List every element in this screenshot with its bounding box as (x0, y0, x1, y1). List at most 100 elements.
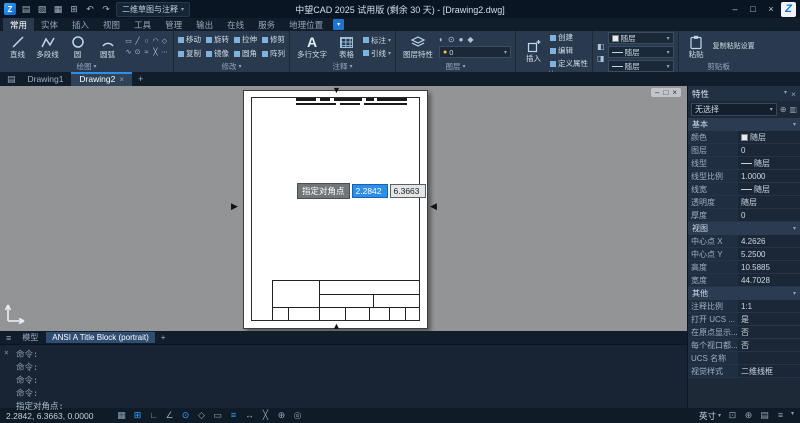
dynamic-input-x-field[interactable]: 2.2842 (352, 184, 388, 198)
point-icon[interactable]: ⊙ (133, 47, 142, 58)
polyline-button[interactable]: 多段线 (34, 35, 61, 59)
command-close-icon[interactable]: × (4, 348, 9, 357)
new-tab-button[interactable]: + (132, 72, 149, 86)
copy-button[interactable]: 复制 (178, 48, 201, 59)
mirror-button[interactable]: 镜像 (206, 48, 229, 59)
new-file-icon[interactable]: ▤ (20, 4, 32, 15)
property-value[interactable]: 二维线框 (738, 365, 800, 377)
document-list-icon[interactable]: ▤ (3, 72, 20, 86)
rectangle-icon[interactable]: ▭ (124, 36, 133, 47)
layer-freeze-icon[interactable]: ⊙ (448, 35, 455, 44)
close-tab-icon[interactable]: × (119, 75, 124, 84)
array-button[interactable]: 阵列 (262, 48, 285, 59)
tab-tools[interactable]: 工具 (127, 18, 158, 31)
dynamic-input-y-field[interactable]: 6.3663 (390, 184, 426, 198)
palette-close-icon[interactable]: × (791, 89, 796, 99)
mdi-close-icon[interactable]: × (672, 88, 677, 97)
draw-group-label[interactable]: 绘图 ▾ (4, 61, 169, 72)
workspace-switcher[interactable]: 二维草图与注释 ▾ (116, 2, 190, 17)
trim-button[interactable]: 修剪 (262, 34, 285, 45)
save-icon[interactable]: ▦ (52, 4, 64, 15)
property-value[interactable]: 4.2626 (738, 235, 800, 247)
command-line-panel[interactable]: × 命令: 命令: 命令: 命令: 指定对角点: (0, 344, 687, 408)
paste-button[interactable]: 粘贴 (683, 35, 710, 59)
revision-cloud-icon[interactable]: ≈ (142, 47, 151, 58)
property-value[interactable]: 随层 (738, 157, 800, 169)
tab-view[interactable]: 视图 (96, 18, 127, 31)
maximize-button[interactable]: □ (745, 4, 761, 14)
mtext-button[interactable]: A 多行文字 (294, 35, 330, 59)
rotate-button[interactable]: 旋转 (206, 34, 229, 45)
redo-icon[interactable]: ↷ (100, 4, 112, 15)
layout-menu-icon[interactable]: ≡ (3, 333, 14, 343)
property-value[interactable]: 否 (738, 339, 800, 351)
layer-on-icon[interactable]: ● (459, 35, 464, 44)
section-header-misc[interactable]: 其他 ▾ (688, 287, 800, 300)
lineweight-control-dropdown[interactable]: 随层 ▾ (608, 60, 674, 72)
property-value[interactable]: 44.7028 (738, 274, 800, 286)
unit-dropdown[interactable]: 英寸 ▾ (699, 410, 721, 422)
model-tab[interactable]: 模型 (16, 331, 44, 344)
linetype-control-dropdown[interactable]: 随层 ▾ (608, 46, 674, 58)
property-value[interactable] (738, 352, 800, 364)
annotate-group-label[interactable]: 注释 ▾ (294, 61, 391, 72)
tab-services[interactable]: 服务 (251, 18, 282, 31)
drawing-canvas[interactable]: ▶ ◀ ▼ ▲ 指定对角点 2.2842 6.3663 – □ × (0, 86, 687, 331)
clean-screen-icon[interactable]: ⊡ (727, 410, 738, 421)
property-value[interactable]: 5.2500 (738, 248, 800, 260)
section-header-basic[interactable]: 基本 ▾ (688, 118, 800, 131)
customization-menu-icon[interactable]: ≡ (775, 410, 786, 421)
property-value[interactable]: 随层 (738, 196, 800, 208)
line-button[interactable]: 直线 (4, 35, 31, 59)
property-value[interactable]: 是 (738, 313, 800, 325)
property-value[interactable]: 否 (738, 326, 800, 338)
modify-group-label[interactable]: 修改 ▾ (178, 61, 285, 72)
tab-solid[interactable]: 实体 (34, 18, 65, 31)
property-value[interactable]: 1:1 (738, 300, 800, 312)
polygon-icon[interactable]: ◇ (160, 36, 169, 47)
lock-ui-icon[interactable]: ⊕ (743, 410, 754, 421)
doc-tab-drawing2[interactable]: Drawing2 × (71, 72, 132, 86)
stretch-button[interactable]: 拉伸 (234, 34, 257, 45)
more-draw-icon[interactable]: ⋯ (160, 47, 169, 58)
layer-properties-button[interactable]: 图层特性 (400, 35, 436, 59)
property-value[interactable]: 0 (738, 144, 800, 156)
property-value[interactable]: 随层 (738, 183, 800, 195)
property-value[interactable]: 10.5885 (738, 261, 800, 273)
isolate-objects-icon[interactable]: ▤ (759, 410, 770, 421)
chevron-down-icon[interactable]: ▾ (784, 89, 787, 99)
ribbon-options-icon[interactable]: ▾ (333, 19, 344, 30)
match-properties-icon[interactable]: ◧ (597, 42, 605, 51)
tab-geolocation[interactable]: 地理位置 (282, 18, 330, 31)
close-button[interactable]: × (763, 4, 779, 14)
property-value[interactable]: 随层 (738, 131, 800, 143)
open-file-icon[interactable]: ▧ (36, 4, 48, 15)
dimension-button[interactable]: 标注▾ (363, 35, 391, 46)
tab-output[interactable]: 输出 (189, 18, 220, 31)
selection-dropdown[interactable]: 无选择 ▾ (691, 103, 777, 116)
command-prompt-input[interactable]: 指定对角点: (16, 400, 681, 412)
define-attribute-button[interactable]: 定义属性 (550, 58, 588, 69)
mdi-restore-icon[interactable]: □ (663, 88, 668, 97)
ray-icon[interactable]: ╱ (133, 36, 142, 47)
arc-button[interactable]: 圆弧 (94, 35, 121, 59)
color-control-dropdown[interactable]: 随层 ▾ (608, 32, 674, 44)
leader-button[interactable]: 引线▾ (363, 48, 391, 59)
minimize-button[interactable]: – (727, 4, 743, 14)
layer-isolate-icon[interactable]: ◐ (439, 35, 444, 44)
print-icon[interactable]: ⊞ (68, 4, 80, 15)
spline-icon[interactable]: ∿ (124, 47, 133, 58)
tab-online[interactable]: 在线 (220, 18, 251, 31)
doc-tab-drawing1[interactable]: Drawing1 (20, 72, 72, 86)
properties-palette-header[interactable]: 特性 ▾ × (688, 86, 800, 101)
mdi-minimize-icon[interactable]: – (655, 88, 659, 97)
pickadd-toggle-icon[interactable]: ⊕ (780, 105, 787, 114)
layout-tab-ansi-a[interactable]: ANSI A Title Block (portrait) (46, 332, 154, 343)
clipboard-group-label[interactable]: 剪贴板 (683, 61, 755, 72)
quick-select-icon[interactable]: ▥ (789, 105, 797, 114)
tab-manage[interactable]: 管理 (158, 18, 189, 31)
app-logo-icon[interactable]: Z (4, 3, 16, 15)
copy-paste-settings-button[interactable]: 复制粘贴设置 (713, 43, 755, 51)
layer-lock-icon[interactable]: ◆ (467, 35, 473, 44)
undo-icon[interactable]: ↶ (84, 4, 96, 15)
